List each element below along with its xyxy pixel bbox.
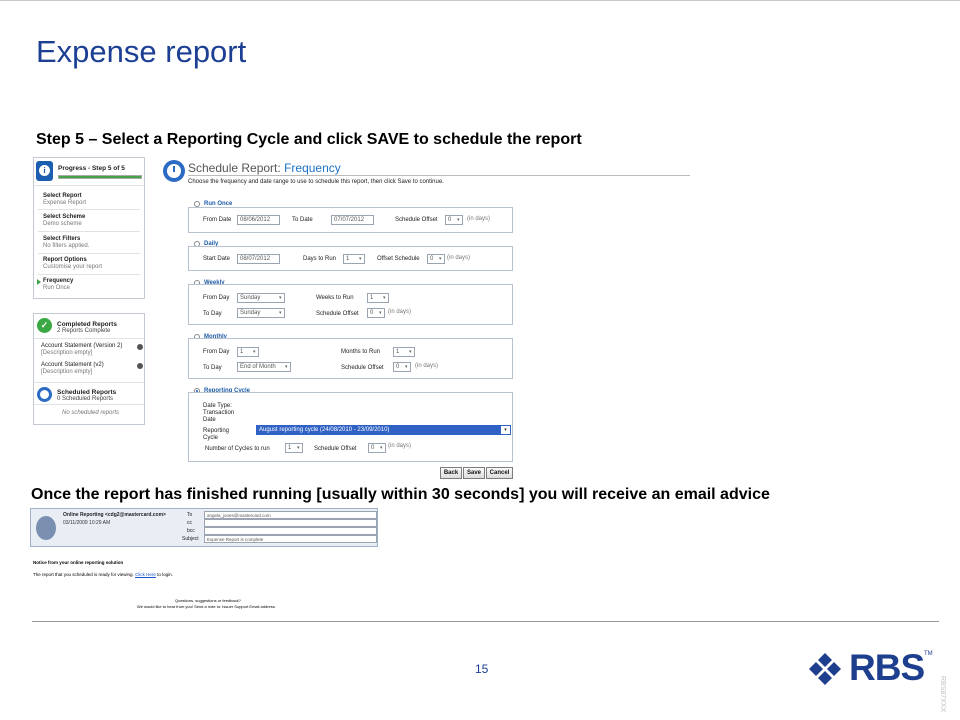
weekly-offset-select[interactable]: 0: [367, 308, 385, 318]
click-here-link[interactable]: Click Here: [135, 572, 156, 577]
clock-large-icon: [163, 160, 185, 182]
cycle-offset-select[interactable]: 0: [368, 443, 386, 453]
scheduled-empty: No scheduled reports: [62, 410, 120, 416]
weekly-group: From Day Sunday ▾ Weeks to Run 1 ▾ To Da…: [188, 284, 513, 325]
chevron-down-icon: ▾: [380, 445, 383, 451]
step-select-filters[interactable]: Select Filters: [43, 236, 80, 242]
current-step-arrow-icon: [37, 279, 41, 285]
page-number: 15: [475, 662, 489, 676]
step-report-options[interactable]: Report Options: [43, 257, 87, 263]
email-notice: Notice from your online reporting soluti…: [33, 560, 124, 565]
chevron-down-icon: ▾: [359, 256, 362, 262]
monthly-offset-select[interactable]: 0: [393, 362, 411, 372]
step-select-scheme[interactable]: Select Scheme: [43, 214, 85, 220]
email-header: Online Reporting <cdg2@mastercard.com> 0…: [30, 508, 378, 547]
trademark: TM: [924, 651, 933, 657]
email-bcc-field: [204, 527, 377, 535]
progress-bar: [58, 175, 142, 179]
clock-icon: [37, 387, 52, 402]
run-once-group: From Date 08/06/2012 To Date 07/07/2012 …: [188, 207, 513, 233]
slide-title: Expense report: [36, 34, 247, 69]
email-footer-2: We would like to hear from you! Send a n…: [137, 604, 276, 609]
chevron-down-icon: ▾: [279, 295, 282, 301]
monthly-to-day-select[interactable]: End of Month: [237, 362, 291, 372]
weekly-to-day-select[interactable]: Sunday: [237, 308, 285, 318]
chevron-down-icon: ▾: [383, 295, 386, 301]
chevron-down-icon: ▾: [253, 349, 256, 355]
run-once-from-date[interactable]: 08/06/2012: [237, 215, 280, 225]
email-date: 03/11/2009 10:29 AM: [63, 520, 111, 526]
progress-panel: i Progress - Step 5 of 5 Select Report E…: [33, 157, 145, 299]
check-icon: ✓: [37, 318, 52, 333]
schedule-instruction: Choose the frequency and date range to u…: [188, 179, 444, 185]
reporting-cycle-group: Date Type: Transaction Date Reporting Cy…: [188, 392, 513, 462]
monthly-group: From Day 1 ▾ Months to Run 1 ▾ To Day En…: [188, 338, 513, 379]
email-subject-field: Expense Report is complete: [204, 535, 377, 543]
chevron-down-icon: ▾: [297, 445, 300, 451]
step-select-report[interactable]: Select Report: [43, 193, 82, 199]
rbs-daisy-icon: [809, 653, 841, 685]
email-from: Online Reporting <cdg2@mastercard.com>: [63, 512, 166, 518]
step-frequency[interactable]: Frequency: [43, 278, 73, 284]
daily-group: Start Date 08/07/2012 Days to Run 1 ▾ Of…: [188, 246, 513, 271]
daily-start-date[interactable]: 08/07/2012: [237, 254, 280, 264]
daily-offset-select[interactable]: 0: [427, 254, 445, 264]
scheduled-title: Scheduled Reports: [57, 389, 117, 396]
email-to-field: angela_jones@mastercard.com: [204, 511, 377, 519]
reporting-cycle-select[interactable]: August reporting cycle (24/08/2010 - 23/…: [256, 425, 511, 435]
chevron-down-icon: ▾: [439, 256, 442, 262]
arrow-circle-icon[interactable]: [137, 363, 143, 369]
chevron-down-icon: ▾: [279, 310, 282, 316]
email-cc-field: [204, 519, 377, 527]
chevron-down-icon: ▾: [501, 426, 510, 434]
chevron-down-icon: ▾: [457, 217, 460, 223]
chevron-down-icon: ▾: [285, 364, 288, 370]
cancel-button[interactable]: Cancel: [486, 467, 513, 479]
weekly-from-day-select[interactable]: Sunday: [237, 293, 285, 303]
completed-item-1[interactable]: Account Statement (Version 2): [41, 343, 122, 349]
rbs-wordmark: RBS: [849, 647, 925, 688]
chevron-down-icon: ▾: [379, 310, 382, 316]
chevron-down-icon: ▾: [405, 364, 408, 370]
email-footer-1: Questions, suggestions or feedback?: [175, 598, 241, 603]
email-body: The report that you scheduled is ready f…: [33, 572, 173, 577]
side-code: RBS87XXX: [939, 676, 946, 713]
date-type-value: Transaction Date: [203, 410, 235, 423]
footer-rule: [32, 621, 939, 622]
schedule-title: Schedule Report: Frequency: [188, 161, 341, 175]
run-once-to-date[interactable]: 07/07/2012: [331, 215, 374, 225]
completed-title: Completed Reports: [57, 321, 117, 328]
arrow-circle-icon[interactable]: [137, 344, 143, 350]
info-icon: i: [36, 161, 53, 181]
rbs-logo: RBS TM: [807, 647, 933, 688]
completed-item-2[interactable]: Account Statement (v2): [41, 362, 104, 368]
completed-reports-panel: ✓ Completed Reports 2 Reports Complete A…: [33, 313, 145, 425]
back-button[interactable]: Back: [440, 467, 462, 479]
cycles-select[interactable]: 1: [285, 443, 303, 453]
top-rule: [0, 0, 960, 1]
step-heading: Step 5 – Select a Reporting Cycle and cl…: [36, 131, 582, 148]
chevron-down-icon: ▾: [409, 349, 412, 355]
save-button[interactable]: Save: [463, 467, 485, 479]
progress-title: Progress - Step 5 of 5: [58, 165, 125, 172]
run-once-offset-select[interactable]: 0: [445, 215, 463, 225]
sender-avatar: [36, 516, 56, 540]
email-preview: Online Reporting <cdg2@mastercard.com> 0…: [30, 508, 378, 610]
email-heading: Once the report has finished running [us…: [31, 486, 770, 503]
